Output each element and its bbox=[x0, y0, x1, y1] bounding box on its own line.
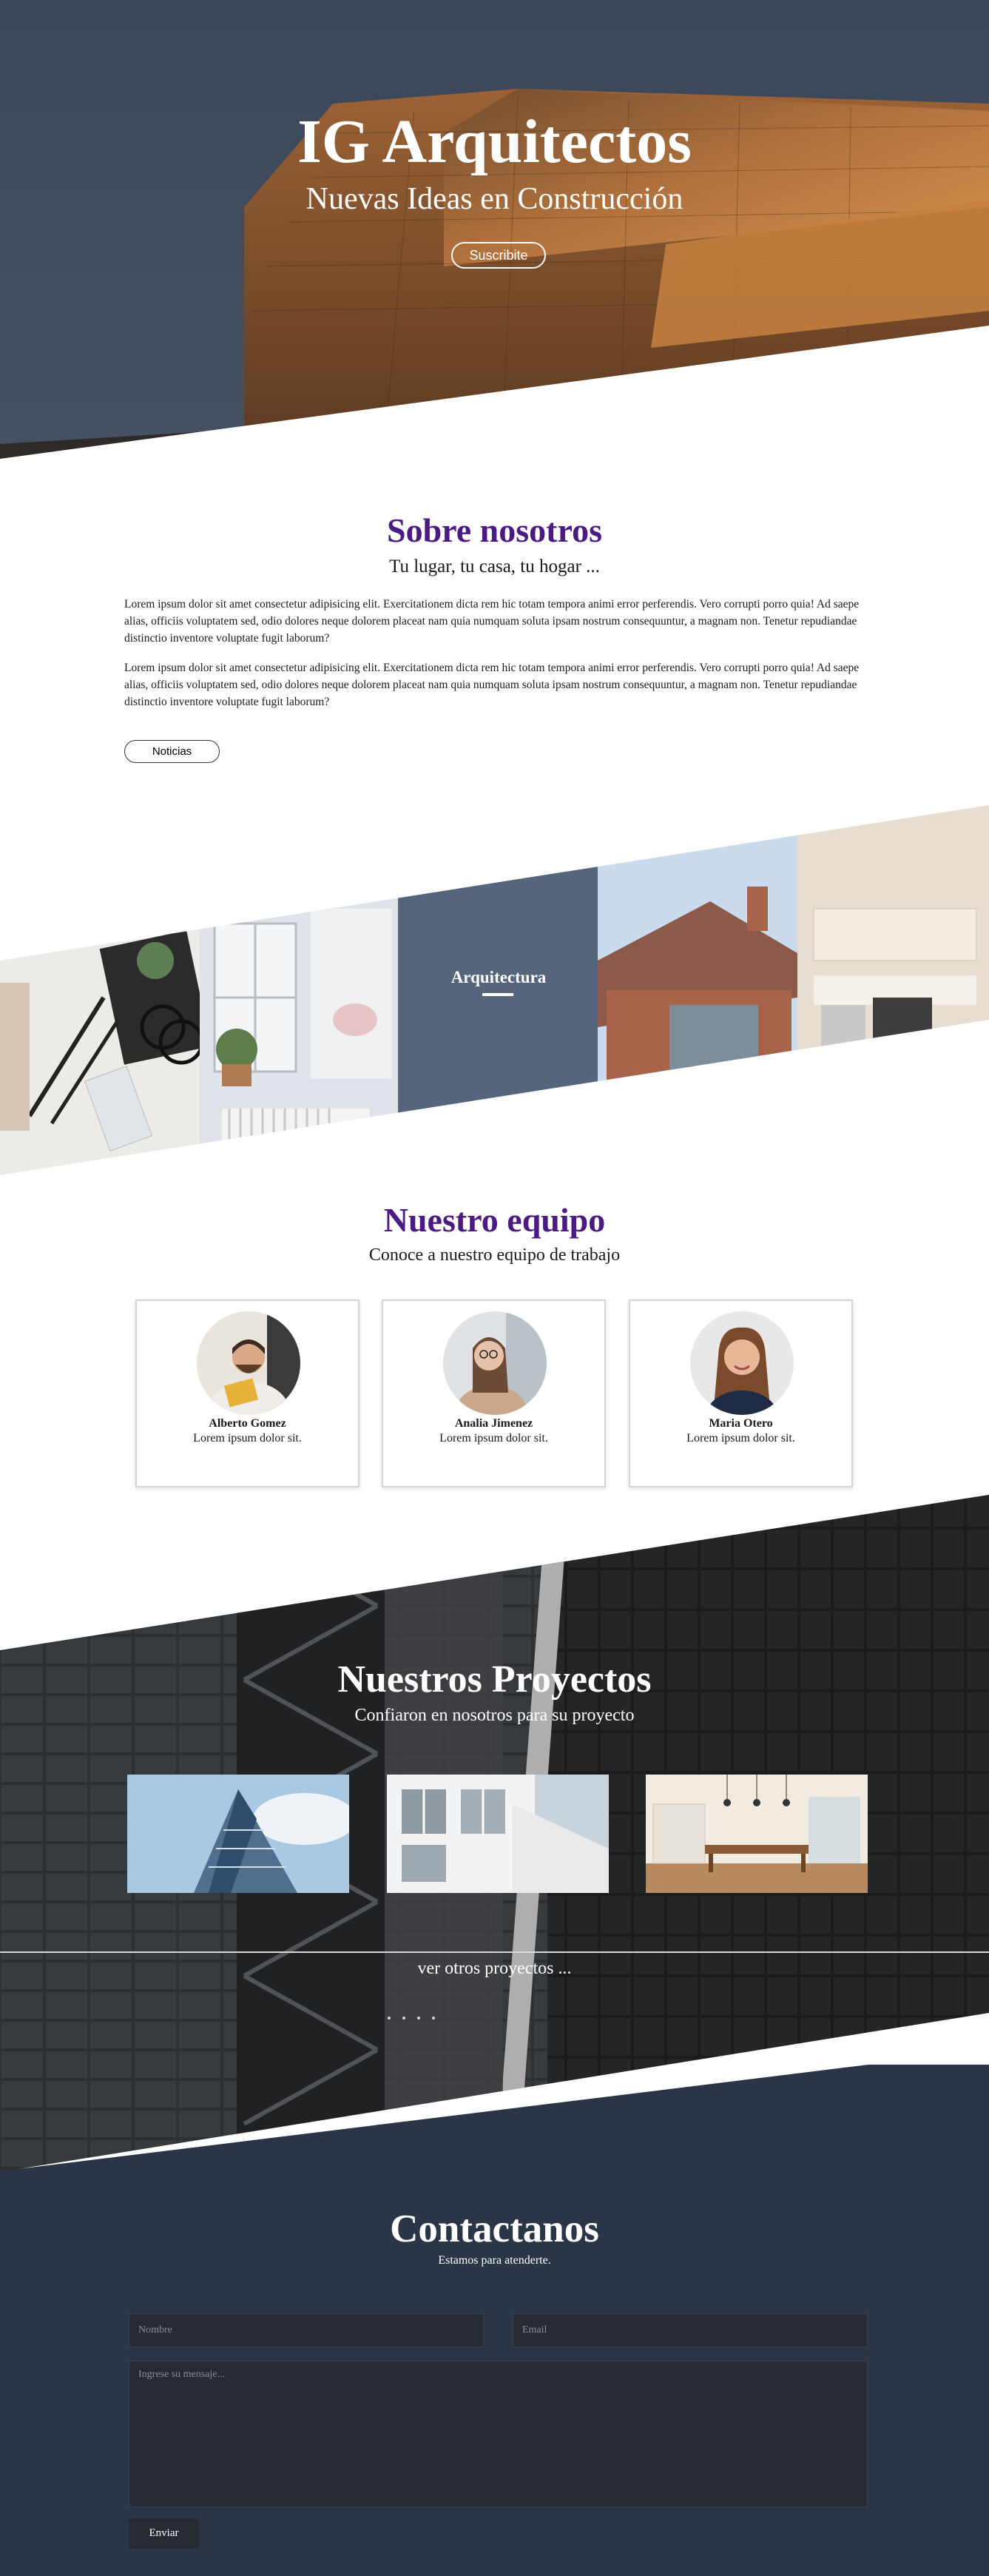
subscribe-button[interactable]: Suscribite bbox=[451, 242, 546, 269]
window-room-photo bbox=[200, 805, 398, 1175]
project-thumbnail[interactable] bbox=[127, 1775, 349, 1893]
name-field[interactable] bbox=[129, 2313, 484, 2347]
team-member-desc: Lorem ipsum dolor sit. bbox=[439, 1432, 548, 1445]
glass-building-image bbox=[127, 1775, 349, 1893]
team-member-name: Maria Otero bbox=[709, 1417, 773, 1430]
news-button[interactable]: Noticias bbox=[124, 740, 220, 763]
contact-title: Contactanos bbox=[390, 2207, 599, 2250]
team-card: Analia Jimenez Lorem ipsum dolor sit. bbox=[382, 1299, 606, 1487]
about-paragraph: Lorem ipsum dolor sit amet consectetur a… bbox=[124, 598, 860, 645]
team-card: Maria Otero Lorem ipsum dolor sit. bbox=[629, 1299, 853, 1487]
dining-room-image bbox=[646, 1775, 868, 1893]
team-member-desc: Lorem ipsum dolor sit. bbox=[686, 1432, 795, 1445]
avatar bbox=[690, 1311, 794, 1415]
about-title: Sobre nosotros bbox=[387, 511, 602, 549]
message-field[interactable] bbox=[129, 2361, 868, 2507]
contact-subtitle: Estamos para atenderte. bbox=[438, 2254, 551, 2267]
project-thumbnail[interactable] bbox=[646, 1775, 868, 1893]
desk-photo bbox=[0, 805, 212, 1175]
kitchen-photo bbox=[797, 805, 989, 1175]
send-button[interactable]: Enviar bbox=[129, 2518, 199, 2549]
hero-title: IG Arquitectos bbox=[297, 107, 692, 176]
hero-building-image bbox=[0, 0, 989, 459]
house-photo bbox=[598, 805, 797, 1175]
projects-subtitle: Confiaron en nosotros para su proyecto bbox=[354, 1706, 635, 1725]
team-card: Alberto Gomez Lorem ipsum dolor sit. bbox=[135, 1299, 360, 1487]
more-projects-link[interactable]: ver otros proyectos ... bbox=[0, 1959, 989, 1979]
team-member-desc: Lorem ipsum dolor sit. bbox=[193, 1432, 302, 1445]
about-subtitle: Tu lugar, tu casa, tu hogar ... bbox=[389, 556, 600, 576]
team-member-name: Analia Jimenez bbox=[454, 1417, 533, 1430]
team-member-name: Alberto Gomez bbox=[209, 1417, 286, 1430]
avatar bbox=[443, 1311, 547, 1415]
about-paragraph: Lorem ipsum dolor sit amet consectetur a… bbox=[124, 662, 860, 708]
email-field[interactable] bbox=[513, 2313, 868, 2347]
architecture-label: Arquitectura bbox=[450, 968, 547, 986]
carousel-dots[interactable] bbox=[385, 2014, 459, 2022]
architecture-panel bbox=[398, 805, 598, 1175]
projects-title: Nuestros Proyectos bbox=[337, 1658, 652, 1701]
hero-banner: IG Arquitectos Nuevas Ideas en Construcc… bbox=[0, 0, 989, 459]
gallery-strip bbox=[0, 805, 989, 1175]
team-title: Nuestro equipo bbox=[383, 1201, 606, 1239]
hero-subtitle: Nuevas Ideas en Construcción bbox=[306, 182, 683, 216]
white-building-image bbox=[387, 1775, 609, 1893]
project-thumbnail[interactable] bbox=[387, 1775, 609, 1893]
avatar bbox=[197, 1311, 300, 1415]
team-subtitle: Conoce a nuestro equipo de trabajo bbox=[368, 1245, 621, 1265]
architecture-underline bbox=[482, 993, 513, 996]
